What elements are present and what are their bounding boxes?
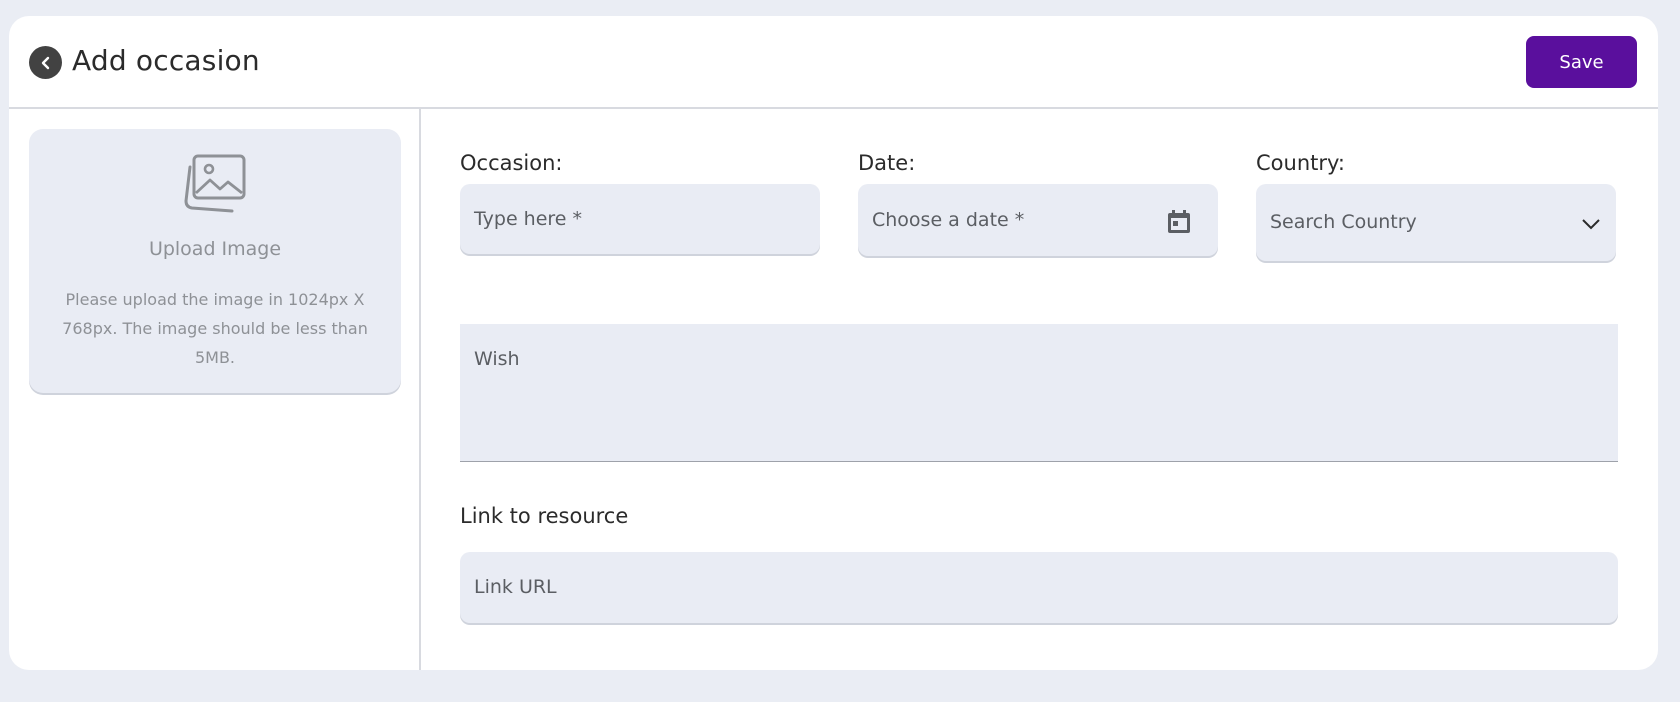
occasion-input[interactable]: Type here * bbox=[460, 184, 820, 254]
back-button[interactable] bbox=[29, 46, 62, 79]
occasion-label: Occasion: bbox=[460, 151, 563, 175]
country-select[interactable]: Search Country bbox=[1256, 184, 1616, 261]
back-arrow-icon bbox=[41, 56, 49, 69]
link-url-input[interactable]: Link URL bbox=[460, 552, 1618, 623]
save-button[interactable]: Save bbox=[1526, 36, 1637, 88]
chevron-down-icon[interactable] bbox=[1582, 218, 1600, 230]
country-label: Country: bbox=[1256, 151, 1345, 175]
date-label: Date: bbox=[858, 151, 916, 175]
wish-placeholder: Wish bbox=[474, 348, 520, 370]
upload-title: Upload Image bbox=[148, 238, 282, 260]
country-placeholder: Search Country bbox=[1270, 211, 1417, 233]
sidebar: Upload Image Please upload the image in … bbox=[9, 109, 421, 670]
occasion-placeholder: Type here * bbox=[474, 208, 583, 230]
header: Add occasion Save bbox=[9, 16, 1658, 109]
image-icon bbox=[184, 154, 246, 213]
page-title: Add occasion bbox=[72, 44, 260, 77]
link-placeholder: Link URL bbox=[474, 576, 557, 598]
add-occasion-card: Add occasion Save Upload Image Please up… bbox=[9, 16, 1658, 670]
date-placeholder: Choose a date * bbox=[872, 209, 1025, 231]
wish-textarea[interactable]: Wish bbox=[460, 324, 1618, 462]
link-label: Link to resource bbox=[460, 504, 629, 528]
image-upload-area[interactable]: Upload Image Please upload the image in … bbox=[29, 129, 401, 393]
upload-hint: Please upload the image in 1024px X 768p… bbox=[62, 290, 368, 367]
calendar-icon[interactable] bbox=[1167, 209, 1191, 233]
date-picker[interactable]: Choose a date * bbox=[858, 184, 1218, 256]
